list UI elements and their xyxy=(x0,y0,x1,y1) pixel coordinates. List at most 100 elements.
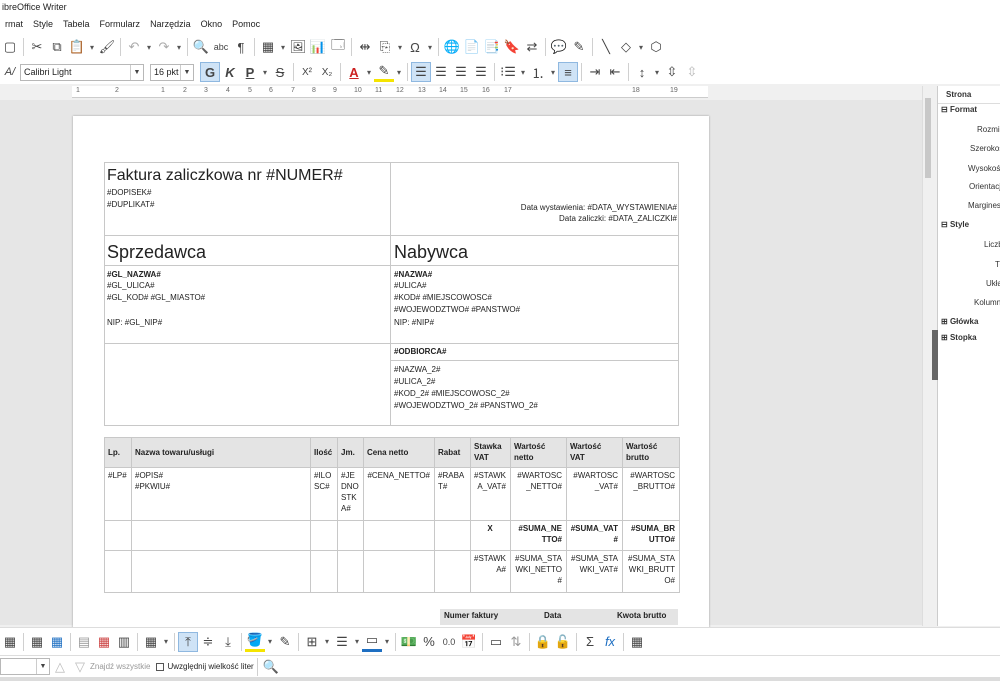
border-color-icon[interactable]: ▭ xyxy=(362,632,382,652)
menu-tools[interactable]: Narzędzia xyxy=(145,19,196,29)
issue-date-field[interactable]: Data wystawienia: #DATA_WYSTAWIENIA# xyxy=(403,202,677,213)
table-rate-cell[interactable]: #SUMA_STAWKI_VAT# xyxy=(567,551,621,577)
table-rate-cell[interactable]: #SUMA_STAWKI_NETTO# xyxy=(511,551,565,588)
table-borders-icon[interactable]: ▦ xyxy=(27,632,47,652)
number-format-percent-icon[interactable]: % xyxy=(419,632,439,652)
font-size-combo[interactable]: 16 pkt ▼ xyxy=(150,63,194,81)
buyer-line[interactable]: #ULICA# xyxy=(394,280,426,291)
table-data-cell[interactable]: #ILOSC# xyxy=(311,468,336,494)
formatting-marks-icon[interactable]: ¶ xyxy=(231,37,251,57)
chevron-down-icon[interactable]: ▼ xyxy=(36,659,49,674)
seller-line[interactable]: #GL_KOD# #GL_MIASTO# xyxy=(107,292,205,303)
font-color-icon[interactable]: A xyxy=(344,62,364,82)
number-format-decimal-icon[interactable]: 0.0 xyxy=(439,632,459,652)
find-previous-icon[interactable]: △ xyxy=(50,657,70,677)
invoice-title[interactable]: Faktura zaliczkowa nr #NUMER# xyxy=(107,166,343,186)
menu-table[interactable]: Tabela xyxy=(58,19,95,29)
recipient-line[interactable]: #WOJEWODZTWO_2# #PANSTWO_2# xyxy=(394,400,538,411)
underline-dropdown-icon[interactable]: ▾ xyxy=(260,62,270,82)
borders-icon[interactable]: ⊞ xyxy=(302,632,322,652)
draw-functions-icon[interactable]: ⬡ xyxy=(646,37,666,57)
special-char-dropdown-icon[interactable]: ▾ xyxy=(425,37,435,57)
unprotect-cells-icon[interactable]: 🔓 xyxy=(553,632,573,652)
seller-heading[interactable]: Sprzedawca xyxy=(107,242,206,262)
cut-icon[interactable]: ✂ xyxy=(27,37,47,57)
style-section[interactable]: ⊟ Style xyxy=(941,220,969,229)
buyer-heading[interactable]: Nabywca xyxy=(394,242,468,262)
table-data-cell[interactable]: #OPIS# #PKWIU# xyxy=(132,468,309,494)
table-data-cell[interactable]: #JEDNOSTKA# xyxy=(338,468,362,516)
table-dropdown-icon[interactable]: ▾ xyxy=(278,37,288,57)
sum-icon[interactable]: Σ xyxy=(580,632,600,652)
format-section[interactable]: ⊟ Format xyxy=(941,105,977,114)
border-style-icon[interactable]: ☰ xyxy=(332,632,352,652)
endnote-icon[interactable]: 📑 xyxy=(482,37,502,57)
increase-indent-icon[interactable]: ⇥ xyxy=(585,62,605,82)
bookmark-icon[interactable]: 🔖 xyxy=(502,37,522,57)
table-header-cell[interactable]: Ilość xyxy=(311,445,336,460)
line-spacing-icon[interactable]: ↕ xyxy=(632,62,652,82)
bold-icon[interactable]: G xyxy=(200,62,220,82)
paste-icon[interactable]: 📋 xyxy=(67,37,87,57)
align-middle-icon[interactable]: ≑ xyxy=(198,632,218,652)
align-top-icon[interactable]: ⤒ xyxy=(178,631,198,652)
cross-reference-icon[interactable]: ⇄ xyxy=(522,37,542,57)
basic-shapes-icon[interactable]: ◇ xyxy=(616,37,636,57)
table-data-cell[interactable]: #WARTOSC_VAT# xyxy=(567,468,621,494)
justify-icon[interactable]: ☰ xyxy=(471,62,491,82)
insert-field-icon[interactable]: ⎘ xyxy=(375,37,395,57)
insert-table-icon[interactable]: ▦ xyxy=(258,37,278,57)
formula-icon[interactable]: fx xyxy=(600,632,620,652)
table-sum-cell[interactable]: #SUMA_NETTO# xyxy=(511,521,565,547)
table-data-cell[interactable]: #RABAT# xyxy=(435,468,469,494)
table-header-cell[interactable]: Cena netto xyxy=(364,445,433,460)
page-break-icon[interactable]: ⇹ xyxy=(355,37,375,57)
menu-format[interactable]: rmat xyxy=(0,19,28,29)
subscript-icon[interactable]: X₂ xyxy=(317,62,337,82)
bottom-header-invoice-number[interactable]: Numer faktury xyxy=(440,609,540,625)
bottom-header-date[interactable]: Data xyxy=(540,609,613,625)
table-data-cell[interactable]: #CENA_NETTO# xyxy=(364,468,433,483)
table-header-cell[interactable]: Lp. xyxy=(105,445,130,460)
table-header-cell[interactable]: Nazwa towaru/usługi xyxy=(132,445,309,460)
table-header-cell[interactable]: Rabat xyxy=(435,445,469,460)
match-case-label[interactable]: Uwzględnij wielkość liter xyxy=(167,662,253,671)
seller-line[interactable]: NIP: #GL_NIP# xyxy=(107,317,162,328)
table-sum-cell[interactable]: #SUMA_BRUTTO# xyxy=(623,521,678,547)
comment-icon[interactable]: 💬 xyxy=(549,37,569,57)
buyer-line[interactable]: #WOJEWODZTWO# #PANSTWO# xyxy=(394,304,520,315)
redo-dropdown-icon[interactable]: ▾ xyxy=(174,37,184,57)
table-data-cell[interactable]: #WARTOSC_BRUTTO# xyxy=(623,468,678,494)
numbering-dropdown-icon[interactable]: ▾ xyxy=(548,62,558,82)
table-data-cell[interactable]: #STAWKA_VAT# xyxy=(471,468,509,494)
table-data-cell[interactable]: #LP# xyxy=(105,468,130,483)
find-next-icon[interactable]: ▽ xyxy=(70,657,90,677)
duplikat-field[interactable]: #DUPLIKAT# xyxy=(107,199,154,210)
buyer-line[interactable]: NIP: #NIP# xyxy=(394,317,434,328)
recipient-heading[interactable]: #ODBIORCA# xyxy=(394,346,446,357)
decrease-indent-icon[interactable]: ⇤ xyxy=(605,62,625,82)
print-preview-icon[interactable]: ▢ xyxy=(0,37,20,57)
table-properties-icon[interactable]: ▦ xyxy=(627,632,647,652)
clone-formatting-icon[interactable]: 🖌 xyxy=(97,37,117,57)
horizontal-ruler[interactable]: 1 2 1 2 3 4 5 6 7 8 9 10 11 12 13 14 15 … xyxy=(72,86,708,98)
insert-chart-icon[interactable]: 📊 xyxy=(308,37,328,57)
highlight-dropdown-icon[interactable]: ▾ xyxy=(394,62,404,82)
document-page[interactable]: Faktura zaliczkowa nr #NUMER# #DOPISEK# … xyxy=(73,116,709,636)
number-format-date-icon[interactable]: 📅 xyxy=(459,632,479,652)
table-header-cell[interactable]: Wartość brutto xyxy=(623,439,678,465)
table-header-cell[interactable]: Jm. xyxy=(338,445,362,460)
field-dropdown-icon[interactable]: ▾ xyxy=(395,37,405,57)
track-changes-icon[interactable]: ✎ xyxy=(569,37,589,57)
table-rate-cell[interactable]: #STAWKA# xyxy=(471,551,509,577)
find-input[interactable]: ▼ xyxy=(0,658,50,675)
merge-cells-icon[interactable]: ▤ xyxy=(74,632,94,652)
align-bottom-icon[interactable]: ⤓ xyxy=(218,632,238,652)
buyer-line[interactable]: #NAZWA# xyxy=(394,269,432,280)
advance-date-field[interactable]: Data zaliczki: #DATA_ZALICZKI# xyxy=(403,213,677,224)
table-icon[interactable]: ▦ xyxy=(0,632,20,652)
bullet-list-icon[interactable]: ⁝☰ xyxy=(498,62,518,82)
find-replace-icon[interactable]: 🔍 xyxy=(261,657,281,677)
table-rate-cell[interactable]: #SUMA_STAWKI_BRUTTO# xyxy=(623,551,678,588)
table-header-cell[interactable]: Stawka VAT xyxy=(471,439,509,465)
